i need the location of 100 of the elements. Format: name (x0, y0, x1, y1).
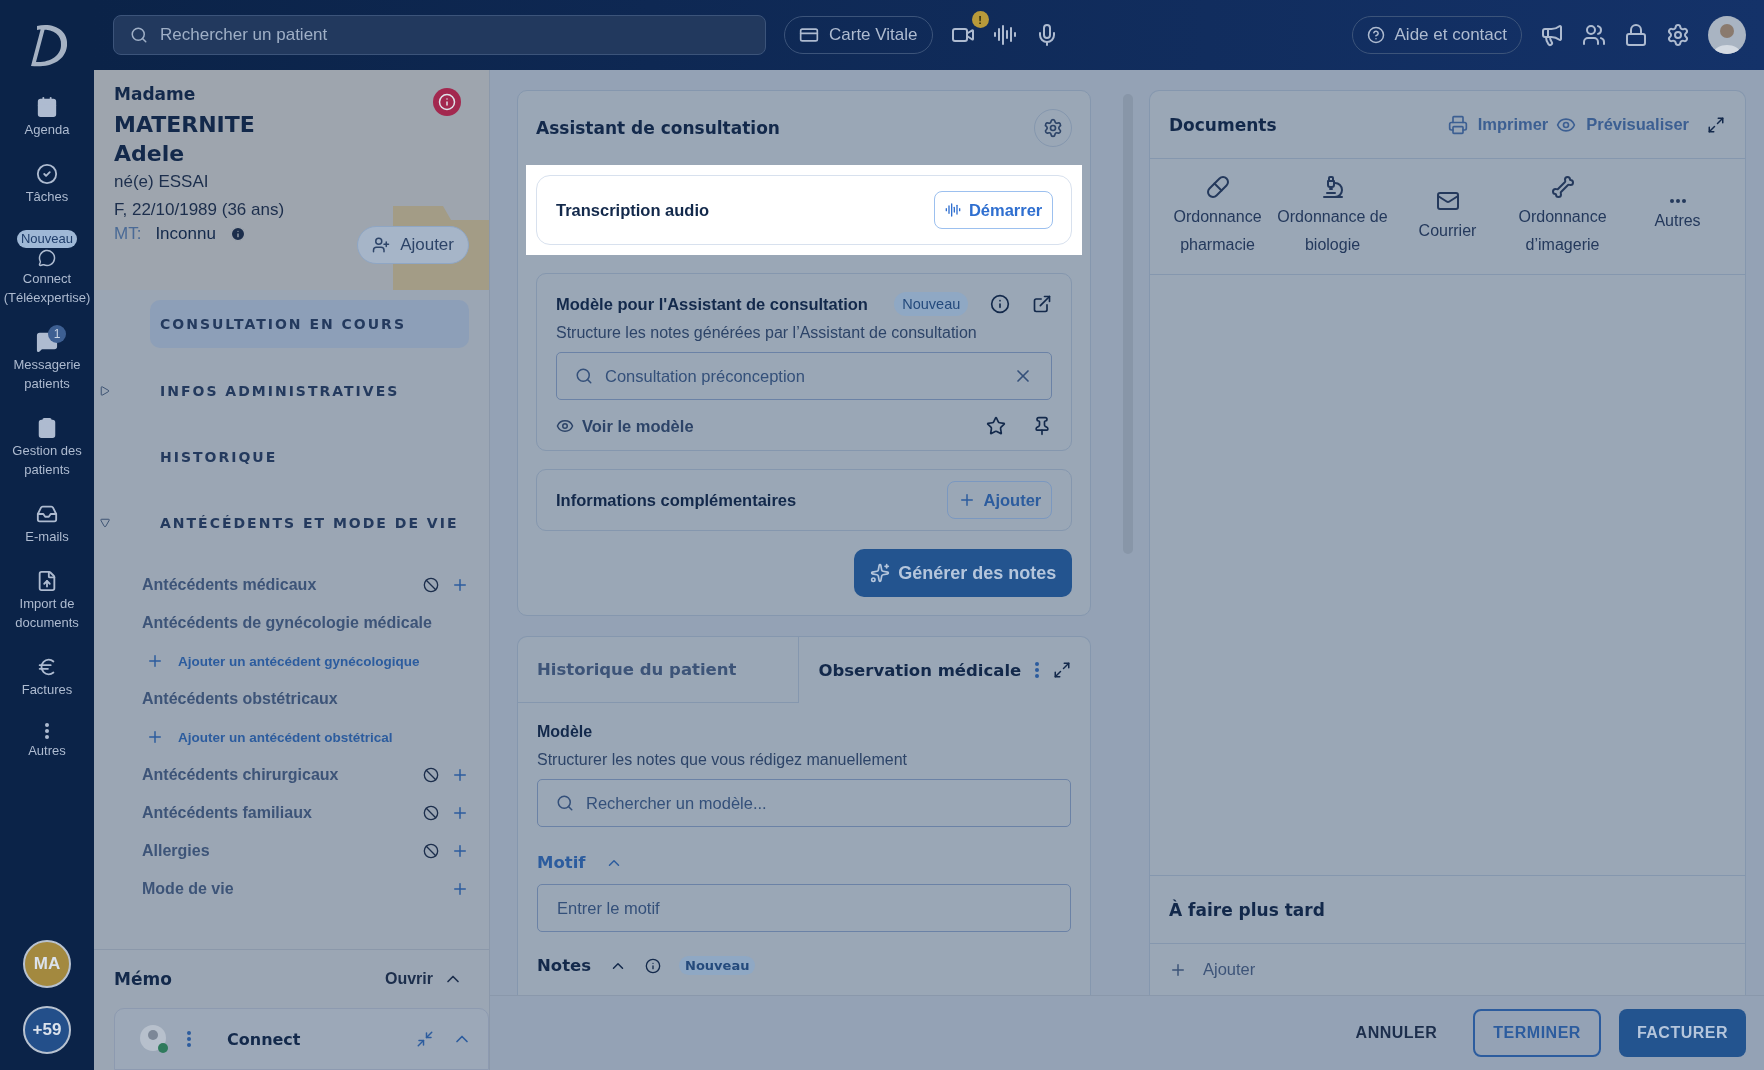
search-field[interactable]: Rechercher un patient (113, 15, 766, 55)
audio-button[interactable] (992, 23, 1017, 47)
nav-item[interactable]: Autres (0, 717, 94, 766)
help-icon (1366, 26, 1385, 44)
more-users-badge[interactable]: +59 (23, 1006, 71, 1054)
start-button[interactable]: Démarrer (933, 191, 1054, 229)
history-category: Antécédents obstétricaux (142, 690, 339, 708)
doctor-label: MT: (114, 224, 142, 244)
add-history-link[interactable]: Ajouter un antécédent obstétrical (94, 718, 469, 756)
memo-title: Mémo (114, 969, 172, 989)
documents-title: Documents (1169, 114, 1278, 135)
section-tab[interactable]: ANTÉCÉDENTS ET MODE DE VIE (150, 500, 469, 546)
alert-badge: ! (971, 11, 989, 28)
calendar-icon (36, 96, 58, 118)
plus-icon (146, 728, 164, 746)
document-type[interactable]: Ordonnance pharmacie (1160, 174, 1275, 259)
document-type[interactable]: Autres (1620, 198, 1735, 235)
new-badge: Nouveau (16, 230, 77, 248)
lock-button[interactable] (1624, 23, 1648, 47)
users-button[interactable] (1582, 23, 1606, 47)
model-description: Structurer les notes que vous rédigez manuellement (537, 751, 908, 769)
tab[interactable]: Observation médicale (799, 637, 1091, 703)
info-icon[interactable] (433, 88, 461, 116)
add-button[interactable]: Ajouter (946, 481, 1053, 519)
nav-item[interactable]: Import de documents (0, 564, 94, 638)
tab[interactable]: Historique du patient (518, 637, 800, 703)
history-category: Allergies (142, 842, 211, 860)
nav-item[interactable]: E-mails (0, 497, 94, 552)
model-field[interactable]: Consultation préconception (556, 352, 1053, 400)
connect-title: Connect (226, 1029, 302, 1049)
more-icon (45, 723, 49, 739)
model-description: Structure les notes générées par l’Assistant de consultation (556, 324, 978, 342)
info-icon[interactable] (229, 226, 246, 242)
view-model-link[interactable]: Voir le modèle (556, 416, 975, 436)
expand-icon[interactable] (1707, 115, 1725, 134)
plus-icon (146, 652, 164, 670)
none-icon[interactable] (423, 843, 441, 859)
nav-item[interactable]: Factures (0, 650, 94, 705)
inbox-icon (36, 503, 58, 525)
minimize-icon[interactable] (416, 1030, 434, 1048)
section-tab[interactable]: INFOS ADMINISTRATIVES (150, 368, 469, 414)
assistant-title: Assistant de consultation (536, 118, 780, 138)
more-icon[interactable] (1035, 662, 1040, 678)
extra-info-label: Informations complémentaires (556, 490, 797, 510)
nav-item[interactable]: Gestion des patients (0, 411, 94, 485)
none-icon[interactable] (423, 577, 441, 593)
more-icon[interactable] (187, 1031, 191, 1047)
eye-icon (556, 417, 574, 435)
document-type[interactable]: Ordonnance d’imagerie (1505, 174, 1620, 259)
model-title: Modèle pour l'Assistant de consultation (556, 294, 869, 314)
document-type[interactable]: Ordonnance de biologie (1275, 174, 1390, 259)
nav-item[interactable]: Tâches (0, 157, 94, 212)
none-icon[interactable] (423, 805, 441, 821)
generate-notes-button[interactable]: Générer des notes (854, 549, 1073, 597)
user-icon (372, 236, 391, 254)
add-doctor-button[interactable]: Ajouter (357, 226, 469, 264)
megaphone-button[interactable] (1540, 23, 1564, 47)
patient-last-name: MATERNITE (114, 111, 256, 139)
settings-button[interactable] (1666, 23, 1690, 47)
open-button[interactable]: Ouvrir (379, 968, 469, 990)
motif-field[interactable]: Entrer le motif (537, 884, 1072, 932)
nav-item[interactable]: 1 Messagerie patients (0, 325, 94, 399)
user-avatar[interactable]: MA (23, 940, 71, 988)
footer-button[interactable]: FACTURER (1618, 1009, 1746, 1057)
profile-avatar[interactable] (1708, 16, 1746, 54)
none-icon[interactable] (423, 767, 441, 783)
patient-details: F, 22/10/1989 (36 ans) (114, 199, 286, 221)
microscope-icon (1320, 174, 1345, 199)
model-search-field[interactable]: Rechercher un modèle... (537, 779, 1072, 827)
star-icon[interactable] (986, 416, 1007, 436)
check-icon (36, 163, 58, 185)
nav-item[interactable]: Nouveau Connect (Téléexpertise) (0, 224, 94, 313)
gear-icon (1043, 118, 1064, 138)
file-upload-icon (36, 570, 58, 592)
section-tab[interactable]: HISTORIQUE (150, 434, 469, 480)
print-button[interactable]: Imprimer (1447, 114, 1549, 135)
info-icon[interactable] (645, 957, 662, 974)
document-type[interactable]: Courrier (1390, 188, 1505, 245)
bone-icon (1550, 174, 1575, 199)
footer-button[interactable]: TERMINER (1473, 1009, 1601, 1057)
caret-icon[interactable] (100, 518, 110, 528)
preview-button[interactable]: Prévisualiser (1556, 114, 1689, 135)
nav-item[interactable]: Agenda (0, 90, 94, 145)
section-tab[interactable]: CONSULTATION EN COURS (150, 300, 469, 348)
info-icon[interactable] (990, 294, 1011, 314)
notes-label: Notes (537, 956, 592, 975)
footer-button[interactable]: ANNULER (1337, 1009, 1456, 1057)
clipboard-icon (36, 417, 58, 439)
transcription-label: Transcription audio (556, 200, 710, 220)
add-history-link[interactable]: Ajouter un antécédent gynécologique (94, 642, 469, 680)
sparkles-icon (870, 563, 891, 583)
history-category: Mode de vie (142, 880, 235, 898)
card-icon (799, 25, 819, 45)
later-title: À faire plus tard (1169, 899, 1325, 920)
expand-icon[interactable] (1053, 661, 1072, 679)
birth-name: né(e) ESSAI (114, 171, 210, 193)
external-link-icon[interactable] (1032, 294, 1053, 314)
add-later-button[interactable]: Ajouter (1150, 944, 1745, 995)
motif-label: Motif (537, 853, 586, 872)
caret-icon[interactable] (100, 386, 110, 396)
